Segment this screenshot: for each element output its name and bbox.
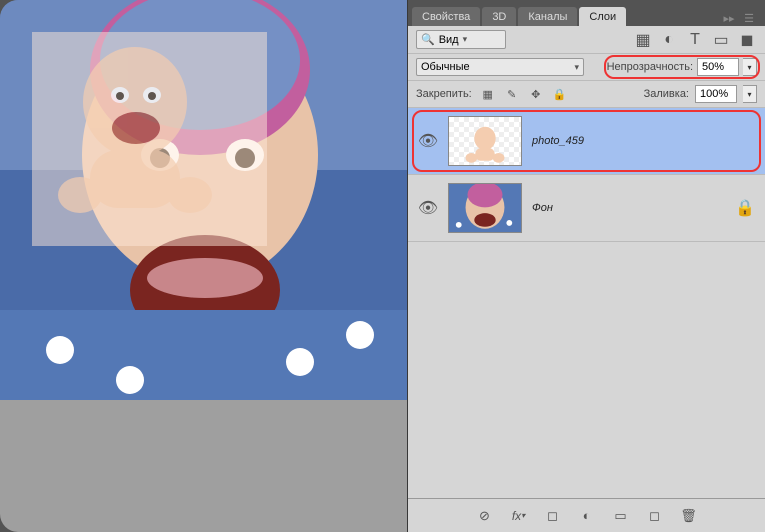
filter-pixel-icon[interactable]: ▦ xyxy=(633,31,653,49)
filter-type-label: Вид xyxy=(439,34,459,46)
panel-tabs: Свойства 3D Каналы Слои ▸▸ ☰ xyxy=(408,0,765,26)
opacity-label: Непрозрачность: xyxy=(607,61,693,73)
layer-row[interactable]: 👁 photo_459 xyxy=(408,108,765,175)
blend-mode-select[interactable]: Обычные ▾ xyxy=(416,58,584,76)
layer-thumbnail[interactable] xyxy=(448,116,522,166)
filter-type-select[interactable]: 🔍 Вид ▾ xyxy=(416,30,506,49)
add-adjustment-icon[interactable]: ◐ xyxy=(577,507,597,525)
filter-adjust-icon[interactable]: ◐ xyxy=(659,31,679,49)
opacity-control: Непрозрачность: 50% ▾ xyxy=(607,58,757,76)
blend-mode-label: Обычные xyxy=(421,61,470,73)
canvas-content xyxy=(0,0,407,532)
tab-channels[interactable]: Каналы xyxy=(518,7,577,26)
layer-name[interactable]: photo_459 xyxy=(532,135,584,147)
tab-layers[interactable]: Слои xyxy=(579,7,626,26)
layer-fx-icon[interactable]: fx▾ xyxy=(509,507,529,525)
link-layers-icon[interactable]: ⊘ xyxy=(475,507,495,525)
lock-row: Закрепить: ▦ ✎ ✥ 🔒 Заливка: 100% ▾ xyxy=(408,81,765,108)
opacity-dropdown[interactable]: ▾ xyxy=(743,58,757,76)
lock-all-icon[interactable]: 🔒 xyxy=(550,85,570,103)
tab-3d[interactable]: 3D xyxy=(482,7,516,26)
lock-position-icon[interactable]: ✥ xyxy=(526,85,546,103)
panel-bottom-bar: ⊘ fx▾ ◻ ◐ ▭ ◻ 🗑 xyxy=(408,498,765,532)
pasted-layer-content xyxy=(50,40,220,220)
fill-dropdown[interactable]: ▾ xyxy=(743,85,757,103)
tab-properties[interactable]: Свойства xyxy=(412,7,480,26)
chevron-down-icon: ▾ xyxy=(463,34,468,45)
add-mask-icon[interactable]: ◻ xyxy=(543,507,563,525)
lock-icon: 🔒 xyxy=(735,198,755,218)
opacity-input[interactable]: 50% xyxy=(697,58,739,76)
lock-transparent-icon[interactable]: ▦ xyxy=(478,85,498,103)
layer-list: 👁 photo_459 👁 xyxy=(408,108,765,498)
chevron-down-icon: ▾ xyxy=(574,62,579,73)
visibility-toggle[interactable]: 👁 xyxy=(418,198,438,218)
new-group-icon[interactable]: ▭ xyxy=(611,507,631,525)
canvas-area[interactable] xyxy=(0,0,407,532)
blend-row: Обычные ▾ Непрозрачность: 50% ▾ xyxy=(408,54,765,81)
layer-name[interactable]: Фон xyxy=(532,202,553,214)
filter-row: 🔍 Вид ▾ ▦ ◐ T ▭ ◼ xyxy=(408,26,765,54)
filter-type-icon[interactable]: T xyxy=(685,31,705,49)
new-layer-icon[interactable]: ◻ xyxy=(645,507,665,525)
delete-layer-icon[interactable]: 🗑 xyxy=(679,507,699,525)
filter-smart-icon[interactable]: ◼ xyxy=(737,31,757,49)
panel-menu-icon[interactable]: ☰ xyxy=(741,10,757,26)
fill-label: Заливка: xyxy=(644,88,689,100)
lock-label: Закрепить: xyxy=(416,88,472,100)
layers-panel: Свойства 3D Каналы Слои ▸▸ ☰ 🔍 Вид ▾ ▦ ◐… xyxy=(407,0,765,532)
panel-collapse-icon[interactable]: ▸▸ xyxy=(721,10,737,26)
layer-thumbnail[interactable] xyxy=(448,183,522,233)
layer-row[interactable]: 👁 Фон 🔒 xyxy=(408,175,765,242)
fill-input[interactable]: 100% xyxy=(695,85,737,103)
filter-shape-icon[interactable]: ▭ xyxy=(711,31,731,49)
lock-pixels-icon[interactable]: ✎ xyxy=(502,85,522,103)
visibility-toggle[interactable]: 👁 xyxy=(418,131,438,151)
